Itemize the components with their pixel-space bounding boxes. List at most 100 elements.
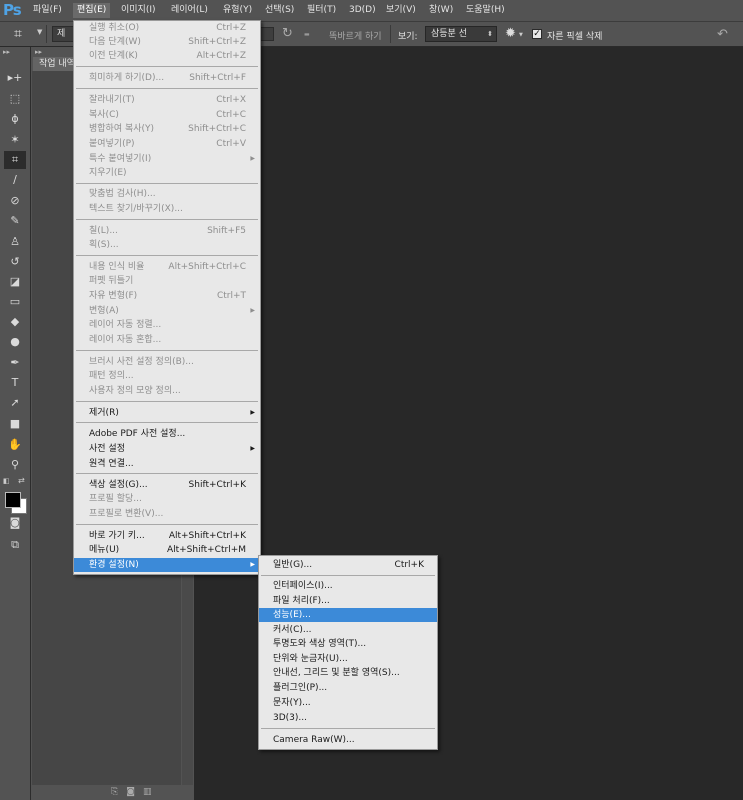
menu-item-remote-connections[interactable]: 원격 연결... — [74, 457, 260, 471]
menu-item-content-aware-scale[interactable]: 내용 인식 비율 Alt+Shift+Ctrl+C — [74, 260, 260, 274]
zoom-tool-icon[interactable]: ⚲ — [4, 456, 26, 474]
menu-item-camera-raw[interactable]: Camera Raw(W)... — [259, 733, 437, 747]
straighten-button[interactable]: 똑바르게 하기 — [329, 29, 382, 42]
menu-item-clear[interactable]: 지우기(E) — [74, 166, 260, 180]
dodge-tool-icon[interactable]: ● — [4, 333, 26, 351]
menu-item-guides-grid-slices[interactable]: 안내선, 그리드 및 분할 영역(S)... — [259, 666, 437, 680]
crop-tool-icon[interactable]: ⌗ — [4, 151, 26, 169]
swap-orientation-icon[interactable]: ↻ — [282, 26, 293, 41]
menu-3d[interactable]: 3D(D) — [345, 3, 380, 18]
collapse-icon[interactable]: ▸▸ — [3, 48, 10, 56]
menu-image[interactable]: 이미지(I) — [117, 3, 160, 18]
brush-tool-icon[interactable]: ✎ — [4, 212, 26, 230]
edit-menu: 실행 취소(O) Ctrl+Z 다음 단계(W) Shift+Ctrl+Z 이전 단… — [73, 20, 261, 575]
menu-item-define-shape[interactable]: 사용자 정의 모양 정의... — [74, 384, 260, 398]
clone-stamp-tool-icon[interactable]: ♙ — [4, 233, 26, 251]
quick-mask-icon[interactable]: ◙ — [4, 514, 26, 532]
trash-icon[interactable]: ▥ — [143, 787, 160, 797]
menu-item-adobe-pdf-presets[interactable]: Adobe PDF 사전 설정... — [74, 427, 260, 441]
swap-colors-icon[interactable]: ⇄ — [18, 476, 25, 485]
menu-edit[interactable]: 편집(E) — [73, 3, 111, 18]
menu-type[interactable]: 유형(Y) — [219, 3, 256, 18]
menu-item-3d[interactable]: 3D(3)... — [259, 711, 437, 725]
menu-item-interface[interactable]: 인터페이스(I)... — [259, 579, 437, 593]
magic-wand-tool-icon[interactable]: ✶ — [4, 131, 26, 149]
menu-item-transform[interactable]: 변형(A) ▶ — [74, 304, 260, 318]
default-colors-icon[interactable]: ◧ — [3, 477, 10, 485]
gradient-tool-icon[interactable]: ▭ — [4, 293, 26, 311]
hand-tool-icon[interactable]: ✋ — [4, 436, 26, 454]
menu-item-type[interactable]: 문자(Y)... — [259, 696, 437, 710]
lasso-tool-icon[interactable]: ϕ — [4, 110, 26, 128]
menu-item-free-transform[interactable]: 자유 변형(F) Ctrl+T — [74, 289, 260, 303]
menu-item-assign-profile[interactable]: 프로필 할당... — [74, 492, 260, 506]
menu-view[interactable]: 보기(V) — [382, 3, 420, 18]
menu-separator — [76, 422, 258, 423]
move-tool-icon[interactable]: ▸+ — [4, 69, 26, 87]
menu-help[interactable]: 도움말(H) — [462, 3, 509, 18]
blur-tool-icon[interactable]: ◆ — [4, 313, 26, 331]
chevron-down-icon[interactable]: ▼ — [37, 28, 42, 36]
menu-filter[interactable]: 필터(T) — [303, 3, 340, 18]
menu-item-paste[interactable]: 붙여넣기(P) Ctrl+V — [74, 137, 260, 151]
rectangle-tool-icon[interactable]: ■ — [4, 415, 26, 433]
overlay-view-select[interactable]: 삼등분 선 ⬍ — [425, 26, 497, 42]
menu-item-step-backward[interactable]: 이전 단계(K) Alt+Ctrl+Z — [74, 49, 260, 63]
history-brush-tool-icon[interactable]: ↺ — [4, 253, 26, 271]
eyedropper-tool-icon[interactable]: ∕ — [4, 171, 26, 189]
menu-item-presets[interactable]: 사전 설정 ▶ — [74, 442, 260, 456]
menu-separator — [76, 350, 258, 351]
menu-item-preferences[interactable]: 환경 설정(N) ▶ — [74, 558, 260, 572]
menu-item-check-spelling[interactable]: 맞춤법 검사(H)... — [74, 187, 260, 201]
menu-item-general[interactable]: 일반(G)... Ctrl+K — [259, 558, 437, 572]
menu-select[interactable]: 선택(S) — [261, 3, 298, 18]
menu-item-step-forward[interactable]: 다음 단계(W) Shift+Ctrl+Z — [74, 35, 260, 49]
menu-item-purge[interactable]: 제거(R) ▶ — [74, 406, 260, 420]
menu-window[interactable]: 창(W) — [425, 3, 457, 18]
collapse-icon[interactable]: ▸▸ — [35, 48, 42, 56]
path-selection-tool-icon[interactable]: ➚ — [4, 394, 26, 412]
type-tool-icon[interactable]: T — [4, 374, 26, 392]
menu-item-paste-special[interactable]: 특수 붙여넣기(I) ▶ — [74, 152, 260, 166]
gear-icon[interactable]: ✹ — [505, 26, 516, 41]
menu-item-undo[interactable]: 실행 취소(O) Ctrl+Z — [74, 21, 260, 35]
menu-item-file-handling[interactable]: 파일 처리(F)... — [259, 594, 437, 608]
pen-tool-icon[interactable]: ✒ — [4, 354, 26, 372]
menu-item-define-brush[interactable]: 브러시 사전 설정 정의(B)... — [74, 355, 260, 369]
menu-item-stroke[interactable]: 획(S)... — [74, 238, 260, 252]
menu-item-copy[interactable]: 복사(C) Ctrl+C — [74, 108, 260, 122]
healing-brush-tool-icon[interactable]: ⊘ — [4, 192, 26, 210]
crop-ratio-select[interactable]: 제한 — [52, 26, 74, 42]
crop-icon[interactable]: ⌗ — [14, 26, 22, 42]
menu-file[interactable]: 파일(F) — [29, 3, 66, 18]
menu-item-color-settings[interactable]: 색상 설정(G)... Shift+Ctrl+K — [74, 478, 260, 492]
straighten-icon[interactable]: ▬ — [304, 31, 310, 38]
menu-item-keyboard-shortcuts[interactable]: 바로 가기 키... Alt+Shift+Ctrl+K — [74, 529, 260, 543]
snapshot-camera-icon[interactable]: ◙ — [126, 787, 143, 797]
screen-mode-icon[interactable]: ⧉ — [4, 536, 26, 554]
menu-item-auto-align-layers[interactable]: 레이어 자동 정렬... — [74, 318, 260, 332]
menu-item-auto-blend-layers[interactable]: 레이어 자동 혼합... — [74, 333, 260, 347]
menu-item-units-rulers[interactable]: 단위와 눈금자(U)... — [259, 652, 437, 666]
menu-layer[interactable]: 레이어(L) — [167, 3, 212, 18]
menu-item-copy-merged[interactable]: 병합하여 복사(Y) Shift+Ctrl+C — [74, 122, 260, 136]
new-document-from-state-icon[interactable]: ⎘ — [111, 787, 126, 797]
menu-item-performance[interactable]: 성능(E)... — [259, 608, 437, 622]
menu-item-convert-to-profile[interactable]: 프로필로 변환(V)... — [74, 507, 260, 521]
menu-item-fill[interactable]: 칠(L)... Shift+F5 — [74, 224, 260, 238]
menu-item-plugins[interactable]: 플러그인(P)... — [259, 681, 437, 695]
menu-item-puppet-warp[interactable]: 퍼펫 뒤틀기 — [74, 274, 260, 288]
menu-item-menus[interactable]: 메뉴(U) Alt+Shift+Ctrl+M — [74, 543, 260, 557]
eraser-tool-icon[interactable]: ◪ — [4, 273, 26, 291]
delete-cropped-checkbox[interactable]: ✓ — [532, 29, 542, 39]
reset-icon[interactable]: ↶ — [717, 27, 728, 42]
menu-item-find-replace[interactable]: 텍스트 찾기/바꾸기(X)... — [74, 202, 260, 216]
menu-item-cursors[interactable]: 커서(C)... — [259, 623, 437, 637]
menu-item-define-pattern[interactable]: 패턴 정의... — [74, 369, 260, 383]
marquee-tool-icon[interactable]: ⬚ — [4, 90, 26, 108]
menu-item-fade[interactable]: 희미하게 하기(D)... Shift+Ctrl+F — [74, 71, 260, 85]
chevron-down-icon[interactable]: ▼ — [519, 32, 523, 38]
menu-item-cut[interactable]: 잘라내기(T) Ctrl+X — [74, 93, 260, 107]
foreground-color-swatch[interactable] — [5, 492, 21, 508]
menu-item-transparency-gamut[interactable]: 투명도와 색상 영역(T)... — [259, 637, 437, 651]
